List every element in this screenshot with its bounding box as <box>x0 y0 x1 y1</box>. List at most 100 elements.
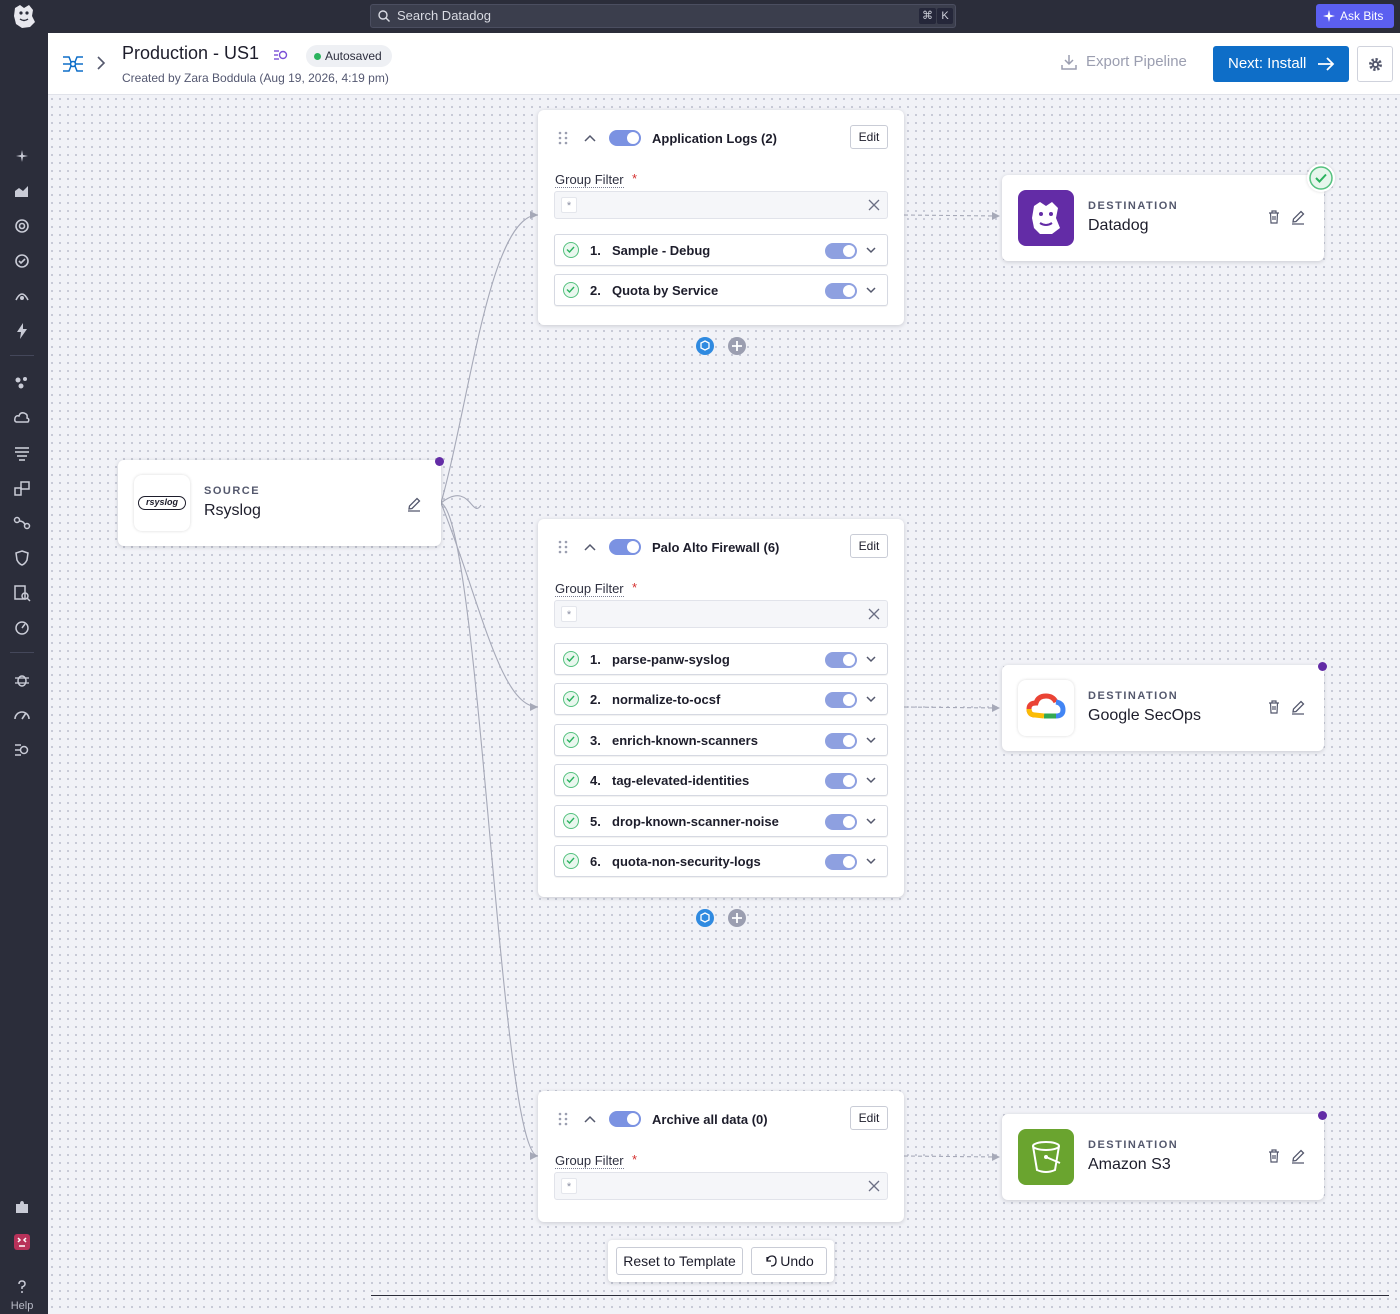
processor-row[interactable]: 3. enrich-known-scanners <box>554 724 888 756</box>
add-processor-library-icon[interactable] <box>696 909 714 927</box>
shield-icon[interactable] <box>12 548 32 568</box>
dashboards-icon[interactable] <box>12 181 32 201</box>
processor-name: parse-panw-syslog <box>612 652 730 667</box>
processor-number: 1. <box>590 243 601 258</box>
add-processor-plus-icon[interactable] <box>728 337 746 355</box>
processor-row[interactable]: 2. normalize-to-ocsf <box>554 683 888 715</box>
chevron-down-icon[interactable] <box>866 287 876 294</box>
reset-to-template-button[interactable]: Reset to Template <box>616 1247 743 1275</box>
pipeline-title[interactable]: Production - US1 <box>122 43 259 64</box>
group-filter-input[interactable]: * <box>554 600 888 628</box>
undo-button[interactable]: Undo <box>751 1247 827 1275</box>
help-icon[interactable] <box>12 1277 32 1297</box>
processor-row[interactable]: 1. parse-panw-syslog <box>554 643 888 675</box>
top-bar: Search Datadog ⌘ K Ask Bits <box>0 0 1400 33</box>
drag-handle-icon[interactable] <box>558 131 568 145</box>
clear-filter-icon[interactable] <box>867 607 881 621</box>
group-enable-toggle[interactable] <box>609 539 641 555</box>
source-output-handle[interactable] <box>435 457 444 466</box>
clear-filter-icon[interactable] <box>867 198 881 212</box>
logs-icon[interactable] <box>12 443 32 463</box>
destination-name: Amazon S3 <box>1088 1156 1171 1173</box>
group-edit-button[interactable]: Edit <box>850 125 888 149</box>
chevron-down-icon[interactable] <box>866 247 876 254</box>
processor-row[interactable]: 2. Quota by Service <box>554 274 888 306</box>
destination-node-amazon-s3[interactable]: DESTINATION Amazon S3 <box>1002 1111 1327 1200</box>
next-install-button[interactable]: Next: Install <box>1213 46 1349 82</box>
processor-toggle[interactable] <box>825 814 857 830</box>
processor-toggle[interactable] <box>825 854 857 870</box>
group-edit-button[interactable]: Edit <box>850 534 888 558</box>
chevron-up-icon[interactable] <box>584 543 596 551</box>
drag-handle-icon[interactable] <box>558 1112 568 1126</box>
trash-icon[interactable] <box>1266 1148 1282 1164</box>
global-search-input[interactable]: Search Datadog ⌘ K <box>370 4 956 28</box>
edit-pencil-icon[interactable] <box>1290 209 1306 225</box>
add-processor-library-icon[interactable] <box>696 337 714 355</box>
add-processor-plus-icon[interactable] <box>728 909 746 927</box>
datadog-logo-icon[interactable] <box>10 2 38 30</box>
processor-toggle[interactable] <box>825 692 857 708</box>
processor-toggle[interactable] <box>825 283 857 299</box>
gauge-icon[interactable] <box>12 705 32 725</box>
processor-number: 5. <box>590 814 601 829</box>
bug-icon[interactable] <box>12 670 32 690</box>
source-node-rsyslog[interactable]: rsyslog SOURCE Rsyslog <box>118 457 444 546</box>
group-edit-button[interactable]: Edit <box>850 1106 888 1130</box>
chevron-down-icon[interactable] <box>866 696 876 703</box>
trash-icon[interactable] <box>1266 209 1282 225</box>
export-pipeline-button[interactable]: Export Pipeline <box>1060 53 1187 70</box>
chevron-down-icon[interactable] <box>866 858 876 865</box>
security-icon[interactable] <box>12 251 32 271</box>
cloud-icon[interactable] <box>12 408 32 428</box>
synthetics-icon[interactable] <box>12 618 32 638</box>
trash-icon[interactable] <box>1266 699 1282 715</box>
processor-name: quota-non-security-logs <box>612 854 761 869</box>
shortcut-cmd-key: ⌘ <box>919 8 936 24</box>
processor-toggle[interactable] <box>825 733 857 749</box>
observability-pipelines-icon[interactable] <box>12 740 32 760</box>
digital-experience-icon[interactable] <box>12 286 32 306</box>
chevron-down-icon[interactable] <box>866 656 876 663</box>
chevron-down-icon[interactable] <box>866 777 876 784</box>
chevron-down-icon[interactable] <box>866 737 876 744</box>
processor-row[interactable]: 6. quota-non-security-logs <box>554 845 888 877</box>
processor-toggle[interactable] <box>825 652 857 668</box>
pipeline-icon[interactable] <box>62 53 84 75</box>
processor-number: 4. <box>590 773 601 788</box>
network-icon[interactable] <box>12 513 32 533</box>
drag-handle-icon[interactable] <box>558 540 568 554</box>
user-avatar-icon[interactable] <box>12 1232 32 1252</box>
processor-row[interactable]: 1. Sample - Debug <box>554 234 888 266</box>
group-filter-input[interactable]: * <box>554 191 888 219</box>
ask-bits-button[interactable]: Ask Bits <box>1316 4 1394 28</box>
chevron-up-icon[interactable] <box>584 1115 596 1123</box>
infrastructure-icon[interactable] <box>12 373 32 393</box>
horizontal-scrollbar[interactable] <box>371 1295 1389 1296</box>
apm-icon[interactable] <box>12 478 32 498</box>
destination-node-datadog[interactable]: DESTINATION Datadog <box>1002 164 1335 261</box>
processor-row[interactable]: 5. drop-known-scanner-noise <box>554 805 888 837</box>
processor-toggle[interactable] <box>825 773 857 789</box>
monitors-icon[interactable] <box>12 216 32 236</box>
investigate-icon[interactable] <box>12 583 32 603</box>
help-label[interactable]: Help <box>0 1300 44 1312</box>
edit-pencil-icon[interactable] <box>406 496 422 512</box>
group-enable-toggle[interactable] <box>609 130 641 146</box>
group-enable-toggle[interactable] <box>609 1111 641 1127</box>
chevron-right-icon[interactable] <box>96 55 106 71</box>
destination-node-google-secops[interactable]: DESTINATION Google SecOps <box>1002 662 1327 751</box>
events-bolt-icon[interactable] <box>12 321 32 341</box>
group-filter-input[interactable]: * <box>554 1172 888 1200</box>
integrations-puzzle-icon[interactable] <box>12 1197 32 1217</box>
processor-toggle[interactable] <box>825 243 857 259</box>
edit-pencil-icon[interactable] <box>1290 1148 1306 1164</box>
chevron-up-icon[interactable] <box>584 134 596 142</box>
edit-pencil-icon[interactable] <box>1290 699 1306 715</box>
processor-row[interactable]: 4. tag-elevated-identities <box>554 764 888 796</box>
settings-button[interactable] <box>1357 46 1393 82</box>
watchdog-icon[interactable] <box>12 146 32 166</box>
chevron-down-icon[interactable] <box>866 818 876 825</box>
clear-filter-icon[interactable] <box>867 1179 881 1193</box>
destination-status-dot <box>1318 662 1327 671</box>
